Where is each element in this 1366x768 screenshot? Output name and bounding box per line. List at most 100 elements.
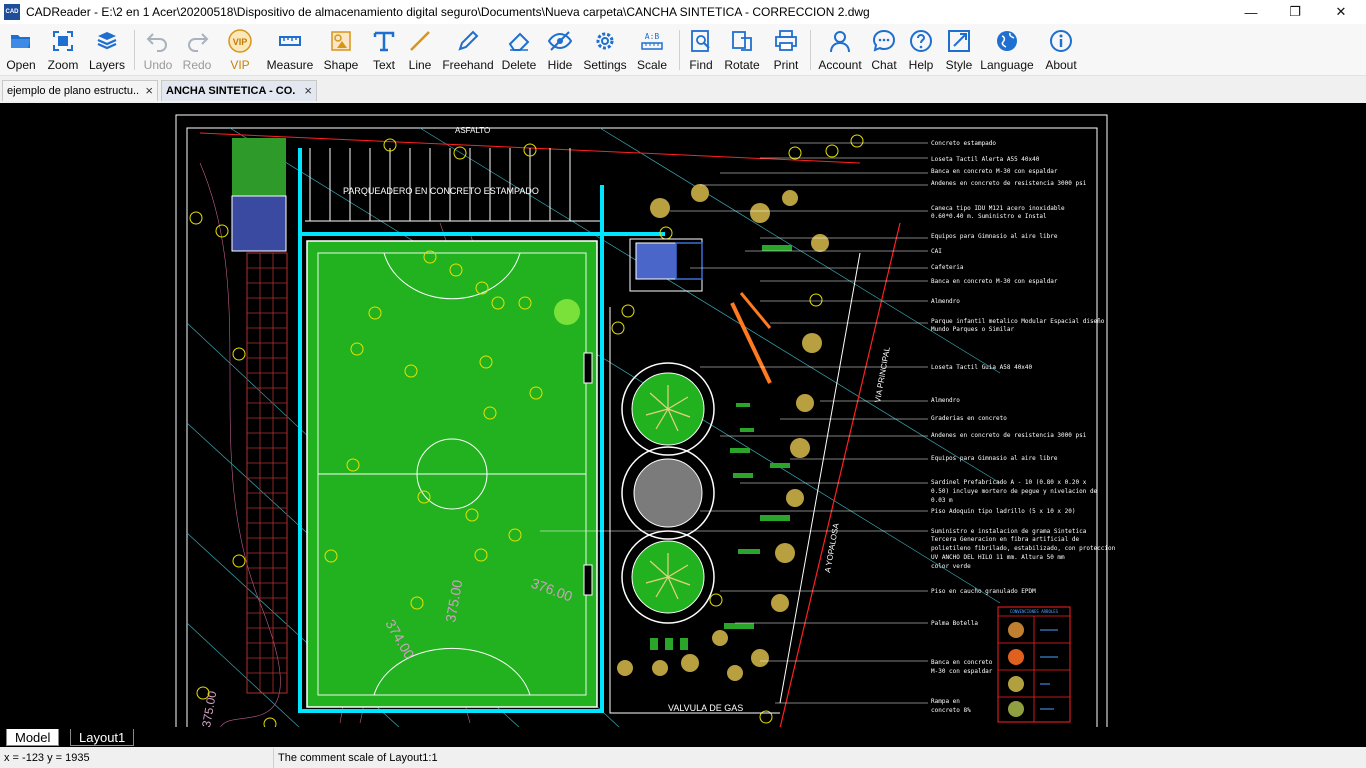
legend-item: 0.50) incluye mortero de pegue y nivelac… — [931, 488, 1098, 495]
shape-button[interactable]: Shape — [317, 24, 365, 76]
legend-item: Suministro e instalacion de grama Sintet… — [931, 528, 1087, 535]
redo-button[interactable]: Redo — [177, 24, 217, 76]
chat-button[interactable]: Chat — [865, 24, 903, 76]
valvula-label: VALVULA DE GAS — [668, 703, 743, 713]
top-label: ASFALTO — [455, 126, 490, 135]
legend-item: color verde — [931, 563, 971, 570]
tab-cancha-sintetica[interactable]: ANCHA SINTETICA - CO. × — [161, 80, 317, 101]
layers-icon — [97, 32, 117, 50]
tab-close-icon[interactable]: × — [145, 83, 153, 98]
legend-item: Almendro — [931, 397, 960, 404]
scale-button[interactable]: A:B Scale — [629, 24, 675, 76]
legend-item: Banca en concreto M-30 con espaldar — [931, 168, 1058, 175]
about-button[interactable]: About — [1035, 24, 1087, 76]
vip-button[interactable]: VIP VIP — [217, 24, 263, 76]
legend-item: Banca en concreto M-30 con espaldar — [931, 278, 1058, 285]
leader-lines — [540, 142, 928, 704]
toolbar-separator — [134, 30, 135, 70]
eraser-icon — [508, 32, 530, 51]
globe-icon — [997, 31, 1017, 51]
zoom-extents-icon — [53, 31, 73, 51]
open-button[interactable]: Open — [0, 24, 42, 76]
scale-icon: A:B — [641, 32, 663, 50]
coordinate-readout: x = -123 y = 1935 — [0, 748, 274, 768]
zoom-button[interactable]: Zoom — [42, 24, 84, 76]
tree-conventions-box: CONVENCIONES ARBOLES — [997, 606, 1071, 723]
legend-item: Parque infantil metalico Modular Espacia… — [931, 318, 1105, 325]
legend-item: Sardinel Prefabricado A - 10 (0.80 x 0.2… — [931, 479, 1087, 486]
tab-close-icon[interactable]: × — [304, 83, 312, 98]
road-line — [779, 222, 901, 728]
tab-layout1[interactable]: Layout1 — [70, 729, 135, 746]
freehand-button[interactable]: Freehand — [437, 24, 499, 76]
tab-ejemplo-plano[interactable]: ejemplo de plano estructu.. × — [2, 80, 158, 101]
printer-icon — [775, 30, 797, 51]
left-grid-strip — [246, 252, 288, 694]
legend-item: M-30 con espaldar — [931, 668, 993, 675]
chat-bubble-icon — [872, 29, 896, 52]
settings-button[interactable]: Settings — [581, 24, 629, 76]
layout-tab-bar: Model Layout1 — [0, 727, 1366, 747]
toolbar-separator — [810, 30, 811, 70]
text-icon — [373, 31, 395, 52]
drawing-canvas[interactable]: PARQUEADERO EN CONCRETO ESTAMPADO ASFALT… — [0, 103, 1366, 728]
legend-item: Piso Adoquin tipo ladrillo (5 x 10 x 20) — [931, 508, 1076, 515]
find-button[interactable]: Find — [684, 24, 718, 76]
legend-item: Graderias en concreto — [931, 415, 1007, 422]
yopalosa-label: A YOPALOSA — [823, 522, 841, 573]
style-button[interactable]: Style — [939, 24, 979, 76]
line-button[interactable]: Line — [403, 24, 437, 76]
status-bar: x = -123 y = 1935 The comment scale of L… — [0, 748, 1366, 768]
legend-item: Rampa en — [931, 698, 960, 705]
legend-item: Caneca tipo IDU M121 acero inoxidable — [931, 205, 1065, 212]
undo-icon — [146, 33, 167, 52]
tab-model[interactable]: Model — [6, 729, 60, 746]
help-button[interactable]: Help — [903, 24, 939, 76]
field-marker — [554, 299, 580, 325]
legend-item: Concreto estampado — [931, 140, 996, 147]
line-icon — [410, 31, 430, 51]
rotate-button[interactable]: Rotate — [718, 24, 766, 76]
toolbar-separator — [679, 30, 680, 70]
maximize-button[interactable]: ❐ — [1272, 0, 1318, 24]
contour-label-375-bl: 375.00 — [199, 690, 219, 728]
user-icon — [830, 31, 850, 53]
close-button[interactable]: ✕ — [1318, 0, 1364, 24]
language-button[interactable]: Language — [979, 24, 1035, 76]
legend-item: 0.03 m — [931, 497, 953, 504]
measure-button[interactable]: Measure — [263, 24, 317, 76]
redo-icon — [188, 33, 209, 52]
style-icon — [948, 30, 970, 52]
legend-item: UV ANCHO DEL HILO 11 mm. Altura 50 mm — [931, 554, 1065, 561]
vip-crown-icon: VIP — [228, 29, 252, 53]
legend-item: Equipos para Gimnasio al aire libre — [931, 455, 1058, 462]
cafeteria-building — [635, 242, 677, 280]
hide-button[interactable]: Hide — [539, 24, 581, 76]
cad-drawing: PARQUEADERO EN CONCRETO ESTAMPADO ASFALT… — [175, 114, 1116, 728]
playground — [730, 302, 772, 384]
svg-text:VIP: VIP — [233, 37, 248, 47]
legend-item: Loseta Tactil Alerta A55 40x40 — [931, 156, 1040, 163]
via-principal-label: VIA PRINCIPAL — [873, 346, 892, 404]
legend-item: CAI — [931, 248, 942, 255]
layers-button[interactable]: Layers — [84, 24, 130, 76]
gear-icon — [596, 32, 614, 50]
delete-button[interactable]: Delete — [499, 24, 539, 76]
window-title: CADReader - E:\2 en 1 Acer\20200518\Disp… — [26, 5, 870, 19]
parking-stripes — [305, 148, 600, 222]
comment-scale-note: The comment scale of Layout1:1 — [278, 752, 438, 764]
shape-icon — [331, 31, 351, 51]
minimize-button[interactable]: — — [1228, 0, 1274, 24]
help-icon — [910, 30, 932, 52]
legend-item: Andenes en concreto de resistencia 3000 … — [931, 180, 1087, 187]
print-button[interactable]: Print — [766, 24, 806, 76]
tab-label: ANCHA SINTETICA - CO. — [166, 85, 296, 97]
left-building — [231, 195, 287, 252]
svg-text:A:B: A:B — [645, 32, 660, 41]
pencil-icon — [458, 30, 479, 51]
text-button[interactable]: Text — [365, 24, 403, 76]
undo-button[interactable]: Undo — [139, 24, 177, 76]
main-toolbar: Open Zoom Layers Undo Redo VIP VIP Measu… — [0, 24, 1366, 76]
account-button[interactable]: Account — [815, 24, 865, 76]
legend-item: concreto 8% — [931, 707, 971, 714]
